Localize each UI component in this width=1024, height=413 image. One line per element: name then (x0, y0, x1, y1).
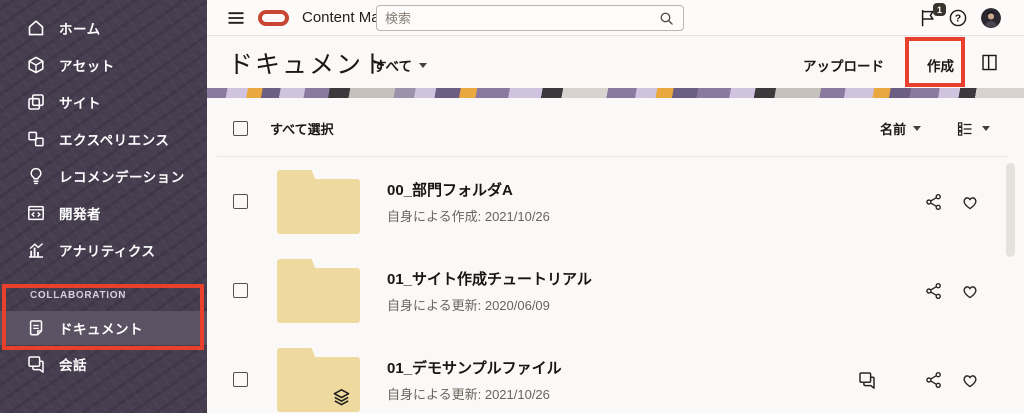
search-box (376, 5, 684, 31)
file-name[interactable]: 01_サイト作成チュートリアル (387, 268, 908, 289)
row-checkbox[interactable] (233, 283, 248, 298)
sidebar-item-label: ホーム (59, 21, 101, 37)
sidebar-item-label: 開発者 (59, 206, 101, 222)
sidebar-item-cube[interactable]: アセット (0, 46, 207, 83)
file-row[interactable]: 01_サイト作成チュートリアル自身による更新: 2020/06/09 (207, 246, 1024, 335)
sidebar-item-experience[interactable]: エクスペリエンス (0, 120, 207, 157)
file-name[interactable]: 00_部門フォルダA (387, 179, 908, 200)
help-icon[interactable]: ? (948, 8, 968, 28)
file-text: 01_サイト作成チュートリアル自身による更新: 2020/06/09 (387, 268, 908, 314)
share-icon[interactable] (924, 370, 944, 390)
chevron-down-icon (982, 126, 990, 131)
heart-icon[interactable] (960, 370, 980, 390)
sidebar-item-label: エクスペリエンス (59, 132, 170, 148)
chat-icon (26, 354, 46, 374)
filter-dropdown-label: すべて (373, 59, 413, 74)
view-options-dropdown[interactable] (956, 120, 990, 138)
list-toolbar: すべて選択 名前 (207, 98, 1024, 156)
sidebar-nav-collaboration: ドキュメント 会話 (0, 311, 207, 382)
file-meta: 自身による更新: 2021/10/26 (387, 386, 550, 402)
chevron-down-icon (419, 62, 428, 68)
sidebar-item-developer[interactable]: 開発者 (0, 194, 207, 231)
list-view-icon (956, 120, 974, 138)
cube-icon (26, 55, 46, 75)
folder-icon[interactable] (277, 258, 360, 323)
sidebar-item-analytics[interactable]: アナリティクス (0, 231, 207, 268)
create-button[interactable]: 作成 (927, 55, 954, 75)
analytics-icon (26, 240, 46, 260)
experience-icon (26, 129, 46, 149)
folder-body (277, 178, 360, 234)
chevron-down-icon (913, 126, 921, 131)
sidebar-item-document[interactable]: ドキュメント (0, 311, 207, 345)
file-text: 01_デモサンプルファイル自身による更新: 2021/10/26 (387, 357, 841, 403)
page-header: ドキュメント すべて アップロード 作成 (207, 36, 1024, 88)
sidebar-item-label: 会話 (59, 357, 87, 373)
sort-dropdown-label: 名前 (879, 122, 906, 137)
share-icon[interactable] (924, 192, 944, 212)
file-meta: 自身による更新: 2020/06/09 (387, 297, 550, 313)
folder-body (277, 267, 360, 323)
file-text: 00_部門フォルダA 自身による作成: 2021/10/26 (387, 179, 908, 225)
home-icon (26, 18, 46, 38)
layers-badge-icon (330, 386, 353, 409)
sidebar-section-label: COLLABORATION (30, 290, 127, 301)
search-input[interactable] (377, 6, 658, 30)
heart-icon[interactable] (960, 192, 980, 212)
sidebar-item-chat[interactable]: 会話 (0, 345, 207, 382)
hamburger-menu-icon[interactable] (226, 8, 246, 28)
folder-icon[interactable] (277, 347, 360, 412)
row-actions (841, 370, 1024, 390)
heart-icon[interactable] (960, 281, 980, 301)
lightbulb-icon (26, 166, 46, 186)
row-checkbox[interactable] (233, 372, 248, 387)
select-all-label: すべて選択 (270, 122, 334, 137)
document-icon (26, 318, 46, 338)
file-meta: 自身による作成: 2021/10/26 (387, 208, 550, 224)
file-rows-container: 00_部門フォルダA 自身による作成: 2021/10/26 01_サイト作成チュー… (207, 157, 1024, 413)
sidebar-item-lightbulb[interactable]: レコメンデーション (0, 157, 207, 194)
select-all-checkbox[interactable] (233, 121, 248, 136)
filter-dropdown[interactable]: すべて (373, 55, 428, 75)
sidebar-item-label: レコメンデーション (59, 169, 185, 185)
scrollbar-thumb[interactable] (1006, 163, 1015, 257)
sidebar-item-label: サイト (59, 95, 101, 111)
sites-icon (26, 92, 46, 112)
sidebar: ホームアセットサイトエクスペリエンス レコメンデーション 開発者アナリティクス CO… (0, 0, 207, 413)
notification-badge: 1 (933, 3, 946, 16)
file-row[interactable]: 00_部門フォルダA 自身による作成: 2021/10/26 (207, 157, 1024, 246)
user-avatar[interactable] (981, 8, 1001, 28)
sidebar-item-label: アナリティクス (59, 243, 156, 259)
developer-icon (26, 203, 46, 223)
side-panel-icon[interactable] (980, 52, 999, 73)
sidebar-item-home[interactable]: ホーム (0, 9, 207, 46)
sidebar-item-label: アセット (59, 58, 115, 74)
svg-text:?: ? (955, 13, 961, 25)
sidebar-item-label: ドキュメント (59, 322, 143, 337)
share-icon[interactable] (924, 281, 944, 301)
file-name[interactable]: 01_デモサンプルファイル (387, 357, 841, 378)
sidebar-item-sites[interactable]: サイト (0, 83, 207, 120)
oracle-logo (258, 9, 289, 26)
upload-button[interactable]: アップロード (803, 55, 884, 75)
conversation-icon[interactable] (857, 370, 877, 390)
row-actions (908, 281, 1024, 301)
folder-icon[interactable] (277, 169, 360, 234)
row-checkbox[interactable] (233, 194, 248, 209)
page-title: ドキュメント (228, 50, 391, 79)
notifications-flag-icon[interactable]: 1 (918, 3, 946, 28)
documents-list: すべて選択 名前 00_部門フォルダA 自身による作成: 2021/10/26 01… (207, 98, 1024, 413)
decorative-banner (207, 88, 1024, 98)
topbar-actions: 1 ? (894, 0, 1024, 36)
sidebar-nav-main: ホームアセットサイトエクスペリエンス レコメンデーション 開発者アナリティクス (0, 0, 207, 268)
sort-dropdown[interactable]: 名前 (880, 119, 921, 138)
file-row[interactable]: 01_デモサンプルファイル自身による更新: 2021/10/26 (207, 335, 1024, 413)
search-icon[interactable] (658, 10, 675, 27)
